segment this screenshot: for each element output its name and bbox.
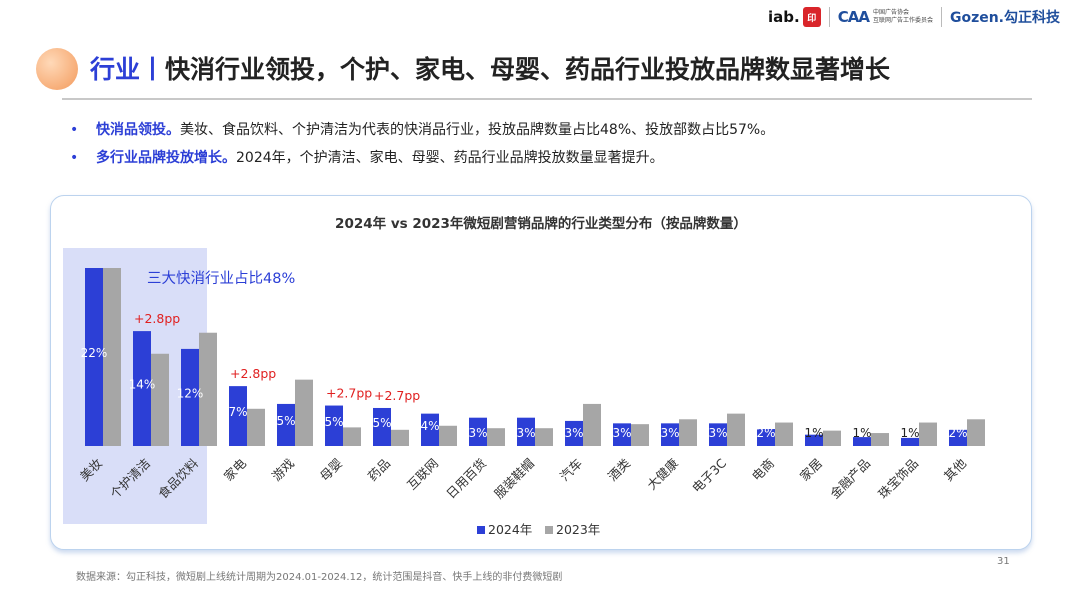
data-label: 3%: [516, 426, 535, 440]
logo-divider: [940, 7, 942, 27]
legend-swatch-2023: [545, 526, 553, 534]
logo-divider: [828, 7, 830, 27]
bar-2023: [343, 427, 361, 446]
iab-logo: iab. 印: [768, 7, 821, 27]
x-tick-label: 其他: [941, 455, 970, 484]
x-tick-label: 大健康: [644, 455, 681, 492]
chart-card: 2024年 vs 2023年微短剧营销品牌的行业类型分布（按品牌数量） 三大快消行…: [50, 195, 1032, 550]
x-tick-label: 电商: [749, 456, 777, 484]
x-tick-label: 酒类: [605, 455, 634, 484]
bullet-item: • 多行业品牌投放增长。2024年，个护清洁、家电、母婴、药品行业品牌投放数量显著…: [70, 144, 774, 172]
bar-2023: [535, 428, 553, 446]
data-label: 12%: [177, 386, 204, 400]
x-tick-label: 互联网: [404, 456, 441, 493]
data-label: 22%: [81, 346, 108, 360]
data-label: 5%: [372, 416, 391, 430]
data-label: 3%: [612, 426, 631, 440]
caa-logo: CAA 中国广告协会 互联网广告工作委员会: [838, 8, 933, 26]
data-label: 7%: [228, 405, 247, 419]
iab-logo-text: iab.: [768, 8, 800, 26]
page-number: 31: [997, 556, 1010, 567]
legend-label-2023: 2023年: [556, 522, 600, 537]
data-label: 1%: [804, 426, 823, 440]
bar-2023: [247, 408, 265, 446]
data-label: 2%: [756, 426, 775, 440]
bullet-item: • 快消品领投。美妆、食品饮料、个护清洁为代表的快消品行业，投放品牌数量占比48%…: [70, 116, 774, 144]
bar-2023: [871, 433, 889, 446]
growth-annotation: +2.8pp: [230, 366, 276, 381]
bar-2023: [295, 379, 313, 446]
x-tick-label: 汽车: [557, 456, 585, 484]
x-tick-label: 日用百货: [443, 456, 489, 502]
title-bullet-icon: [36, 48, 78, 90]
bar-2023: [631, 424, 649, 446]
x-tick-label: 电子3C: [689, 455, 729, 495]
x-tick-label: 服装鞋帽: [491, 456, 537, 502]
bar-2023: [487, 428, 505, 446]
x-tick-label: 游戏: [269, 456, 297, 484]
bar-chart: 2024年 vs 2023年微短剧营销品牌的行业类型分布（按品牌数量） 三大快消行…: [63, 215, 985, 537]
chart-title: 2024年 vs 2023年微短剧营销品牌的行业类型分布（按品牌数量）: [335, 215, 747, 232]
bar-2023: [823, 430, 841, 446]
data-label: 3%: [564, 426, 583, 440]
data-label: 1%: [900, 426, 919, 440]
title-divider: [62, 98, 1032, 100]
bullet-dot-icon: •: [70, 122, 79, 138]
caa-line2: 互联网广告工作委员会: [872, 17, 933, 24]
bar-2023: [727, 413, 745, 446]
bar-2023: [967, 419, 985, 446]
bar-2023: [775, 422, 793, 446]
x-tick-label: 家居: [797, 456, 825, 484]
x-tick-label: 珠宝饰品: [875, 456, 921, 502]
caa-mark: CAA: [837, 8, 870, 26]
bar-2023: [439, 425, 457, 446]
caa-text: 中国广告协会 互联网广告工作委员会: [873, 9, 933, 25]
iab-stamp-icon: 印: [802, 7, 821, 27]
logo-strip: iab. 印 CAA 中国广告协会 互联网广告工作委员会 Gozen.勾正科技: [768, 6, 1060, 28]
data-label: 14%: [129, 378, 156, 392]
bar-2023: [151, 353, 169, 446]
x-tick-label: 家电: [221, 455, 250, 484]
bar-2023: [679, 419, 697, 446]
x-tick-label: 金融产品: [827, 456, 873, 502]
legend-swatch-2024: [477, 526, 485, 534]
data-label: 4%: [420, 419, 439, 433]
bullet-text: 2024年，个护清洁、家电、母婴、药品行业品牌投放数量显著提升。: [236, 150, 664, 166]
growth-annotation: +2.8pp: [134, 311, 180, 326]
data-label: 3%: [660, 426, 679, 440]
data-label: 2%: [948, 426, 967, 440]
x-tick-label: 药品: [365, 456, 393, 484]
page-title: 行业丨快消行业领投，个护、家电、母婴、药品行业投放品牌数显著增长: [90, 50, 890, 86]
source-note: 数据来源：勾正科技，微短剧上线统计周期为2024.01-2024.12，统计范围…: [76, 572, 563, 583]
gozen-logo: Gozen.勾正科技: [949, 10, 1060, 26]
data-label: 5%: [276, 414, 295, 428]
bullet-list: • 快消品领投。美妆、食品饮料、个护清洁为代表的快消品行业，投放品牌数量占比48%…: [70, 116, 774, 172]
caa-line1: 中国广告协会: [872, 9, 909, 16]
bar-2023: [391, 429, 409, 446]
data-label: 1%: [852, 426, 871, 440]
bullet-dot-icon: •: [70, 150, 79, 166]
data-label: 5%: [324, 415, 343, 429]
highlight-label: 三大快消行业占比48%: [147, 270, 295, 287]
data-label: 3%: [468, 426, 487, 440]
bullet-highlight: 多行业品牌投放增长。: [96, 150, 236, 166]
bar-2023: [919, 422, 937, 446]
growth-annotation: +2.7pp: [326, 386, 372, 401]
bullet-highlight: 快消品领投。: [96, 122, 180, 138]
bar-2023: [583, 403, 601, 446]
legend-label-2024: 2024年: [488, 522, 532, 537]
growth-annotation: +2.7pp: [374, 388, 420, 403]
bullet-text: 美妆、食品饮料、个护清洁为代表的快消品行业，投放品牌数量占比48%、投放部数占比…: [180, 122, 775, 138]
x-tick-label: 母婴: [317, 456, 345, 484]
title-text: 快消行业领投，个护、家电、母婴、药品行业投放品牌数显著增长: [165, 55, 891, 84]
title-prefix: 行业丨: [90, 55, 166, 84]
data-label: 3%: [708, 426, 727, 440]
